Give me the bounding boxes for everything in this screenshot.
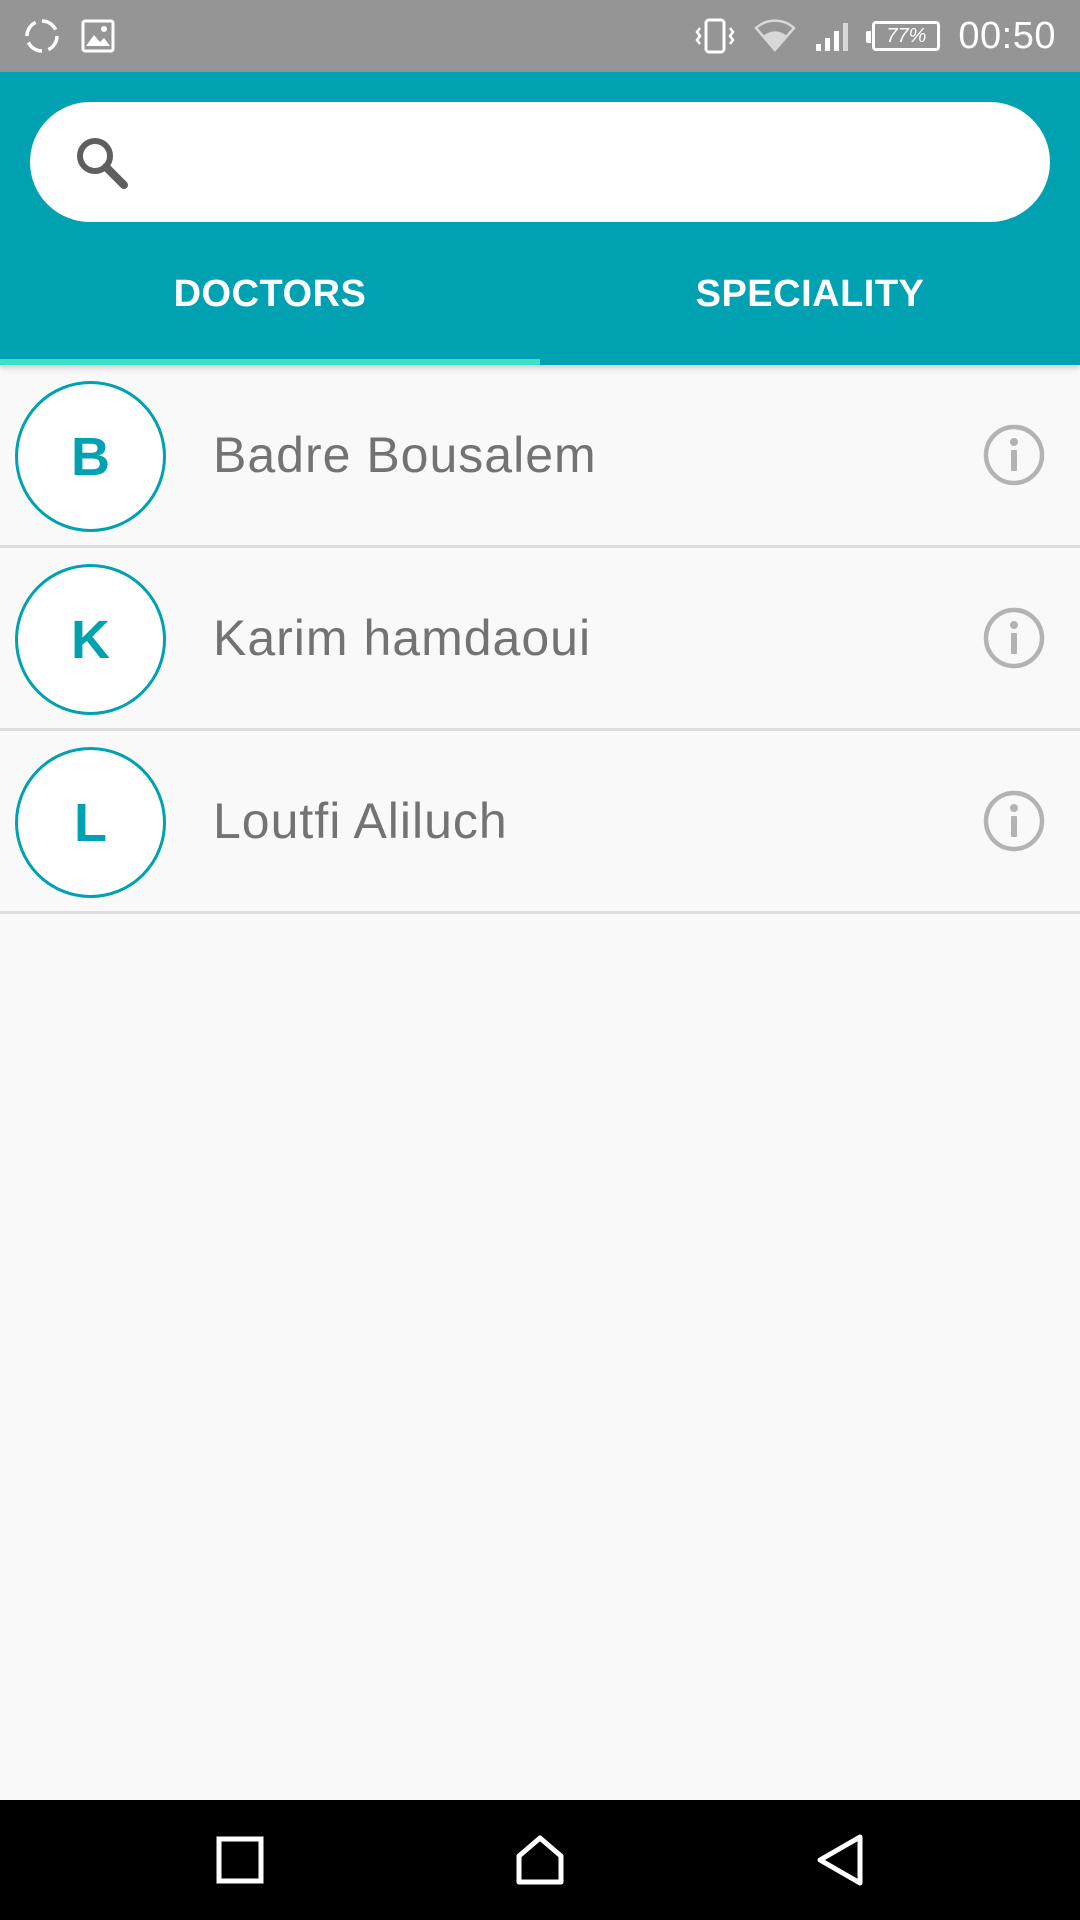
navigation-bar	[0, 1800, 1080, 1920]
avatar-initial: L	[74, 792, 107, 853]
tab-doctors[interactable]: DOCTORS	[0, 247, 540, 365]
battery-icon: 77%	[866, 21, 941, 51]
status-time: 00:50	[958, 14, 1056, 57]
sync-icon	[22, 16, 62, 56]
info-button[interactable]	[982, 423, 1046, 487]
app-header: DOCTORS SPECIALITY	[0, 72, 1080, 365]
search-input[interactable]	[130, 102, 1050, 222]
search-bar[interactable]	[30, 102, 1050, 222]
doctor-name: Loutfi Aliluch	[213, 793, 508, 849]
battery-percent: 77%	[886, 24, 927, 47]
avatar: B	[15, 381, 166, 532]
info-icon	[983, 424, 1045, 486]
info-icon	[983, 790, 1045, 852]
doctor-name: Badre Bousalem	[213, 427, 597, 483]
recent-apps-button[interactable]	[210, 1830, 270, 1890]
tab-doctors-label: DOCTORS	[173, 272, 367, 315]
list-item[interactable]: L Loutfi Aliluch	[0, 731, 1080, 914]
list-item[interactable]: K Karim hamdaoui	[0, 548, 1080, 731]
status-right-group: 77% 00:50	[676, 15, 1056, 58]
home-button[interactable]	[510, 1830, 570, 1890]
info-icon	[983, 607, 1045, 669]
tab-speciality[interactable]: SPECIALITY	[540, 247, 1080, 365]
back-icon	[817, 1834, 863, 1886]
status-left-group	[22, 16, 134, 56]
avatar: L	[15, 747, 166, 898]
doctor-name: Karim hamdaoui	[213, 610, 592, 666]
signal-icon	[814, 20, 854, 52]
avatar: K	[15, 564, 166, 715]
info-button[interactable]	[982, 606, 1046, 670]
image-icon	[80, 18, 116, 54]
tab-bar: DOCTORS SPECIALITY	[0, 247, 1080, 365]
back-button[interactable]	[810, 1830, 870, 1890]
wifi-icon	[754, 18, 797, 54]
doctor-list: B Badre Bousalem K Karim hamdaoui L Lout…	[0, 365, 1080, 914]
vibrate-icon	[694, 16, 736, 56]
info-button[interactable]	[982, 789, 1046, 853]
tab-speciality-label: SPECIALITY	[695, 272, 925, 315]
avatar-initial: B	[71, 426, 110, 487]
avatar-initial: K	[71, 609, 110, 670]
list-item[interactable]: B Badre Bousalem	[0, 365, 1080, 548]
search-icon[interactable]	[72, 133, 130, 191]
home-icon	[516, 1835, 564, 1885]
recent-apps-icon	[216, 1836, 264, 1884]
status-bar: 77% 00:50	[0, 0, 1080, 72]
